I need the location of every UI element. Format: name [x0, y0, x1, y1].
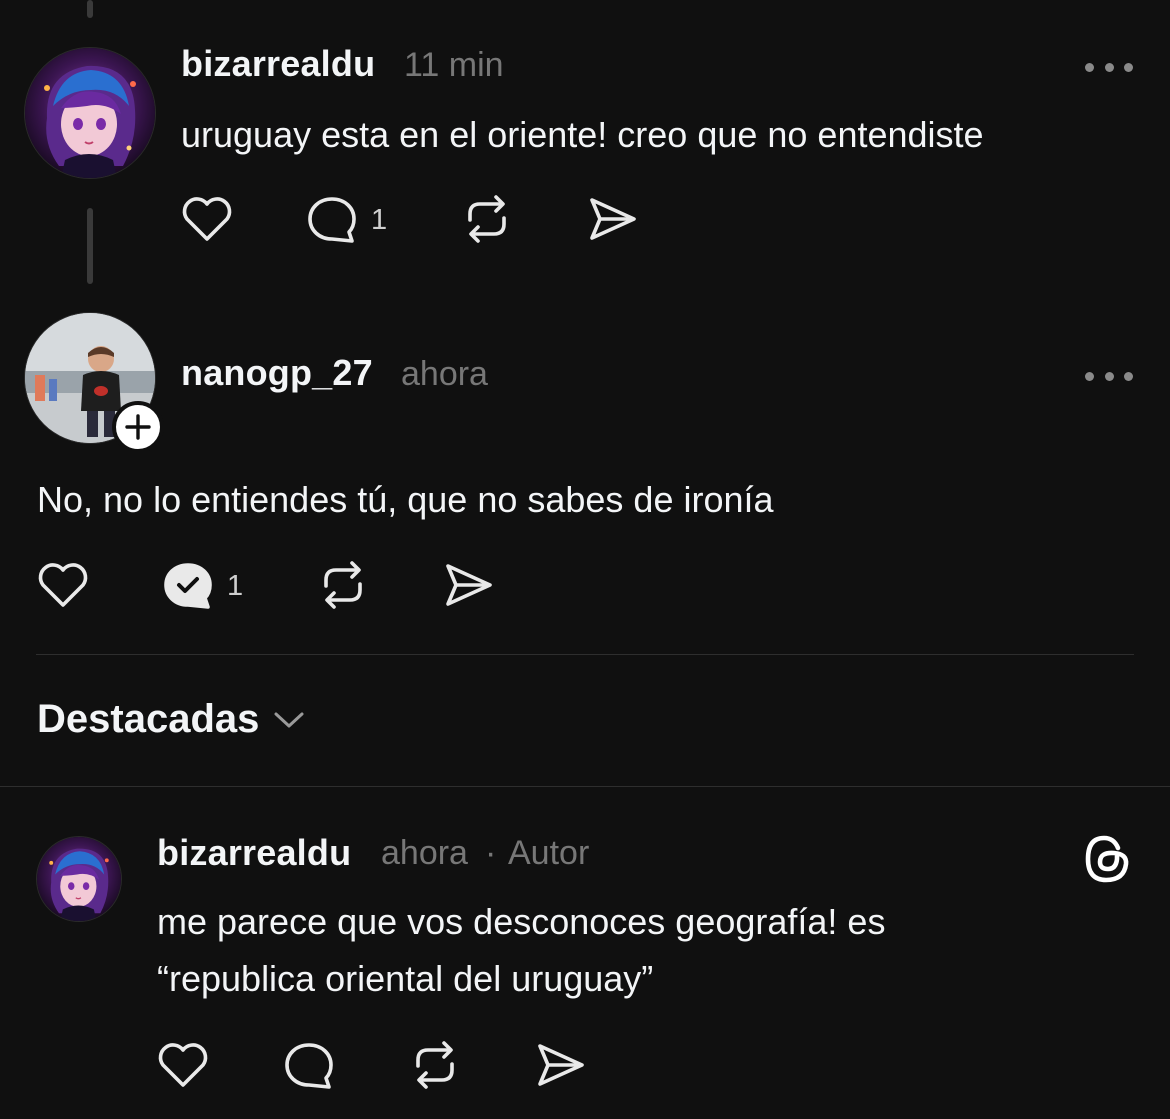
reply-button[interactable]: 1 [161, 560, 243, 612]
like-button[interactable] [156, 1040, 210, 1090]
divider [36, 654, 1134, 655]
avatar-bizarrealdu[interactable] [36, 836, 122, 922]
heart-icon [182, 197, 232, 241]
reply-count: 1 [227, 569, 244, 602]
heart-icon [38, 563, 88, 607]
post-text-line-2: “republica oriental del uruguay” [157, 958, 654, 999]
avatar-bizarrealdu[interactable] [24, 47, 156, 179]
meta-separator: · [485, 834, 497, 872]
more-dots-icon[interactable] [1085, 370, 1133, 382]
repost-icon [468, 195, 506, 243]
section-title: Destacadas [37, 697, 260, 741]
post-timestamp: 11 min [404, 46, 504, 84]
threads-logo-icon[interactable] [1080, 832, 1134, 886]
repost-icon [324, 561, 362, 609]
sort-dropdown[interactable]: Destacadas [37, 697, 305, 742]
post-username[interactable]: bizarrealdu [181, 43, 375, 85]
share-button[interactable] [586, 194, 640, 244]
reply-button[interactable] [282, 1040, 336, 1092]
chevron-down-icon [274, 712, 304, 727]
more-dots-icon[interactable] [1085, 61, 1133, 73]
repost-button[interactable] [460, 194, 514, 244]
reply-bubble-check-icon [164, 563, 212, 609]
thread-line-connector [87, 208, 93, 284]
share-button[interactable] [442, 560, 496, 610]
like-button[interactable] [180, 194, 234, 244]
send-icon [446, 564, 492, 606]
thread-line-top [87, 0, 93, 18]
repost-icon [416, 1041, 454, 1089]
reply-bubble-icon [285, 1043, 333, 1089]
plus-icon [125, 414, 151, 440]
reply-count: 1 [371, 203, 388, 236]
post-text: No, no lo entiendes tú, que no sabes de … [37, 479, 774, 520]
follow-button[interactable] [112, 401, 164, 453]
post-text: uruguay esta en el oriente! creo que no … [181, 114, 984, 155]
post-username[interactable]: bizarrealdu [157, 832, 351, 874]
repost-button[interactable] [316, 560, 370, 610]
post-username[interactable]: nanogp_27 [181, 352, 373, 394]
reply-button[interactable]: 1 [305, 194, 387, 246]
heart-icon [158, 1043, 208, 1087]
post-text-line-1: me parece que vos desconoces geografía! … [157, 901, 886, 942]
author-label: Autor [508, 834, 590, 872]
divider [0, 786, 1170, 787]
like-button[interactable] [36, 560, 90, 610]
post-timestamp: ahora [401, 355, 488, 393]
send-icon [538, 1044, 584, 1086]
send-icon [590, 198, 636, 240]
post-timestamp: ahora [381, 834, 468, 872]
reply-bubble-icon [308, 197, 356, 243]
share-button[interactable] [534, 1040, 588, 1090]
repost-button[interactable] [408, 1040, 462, 1090]
